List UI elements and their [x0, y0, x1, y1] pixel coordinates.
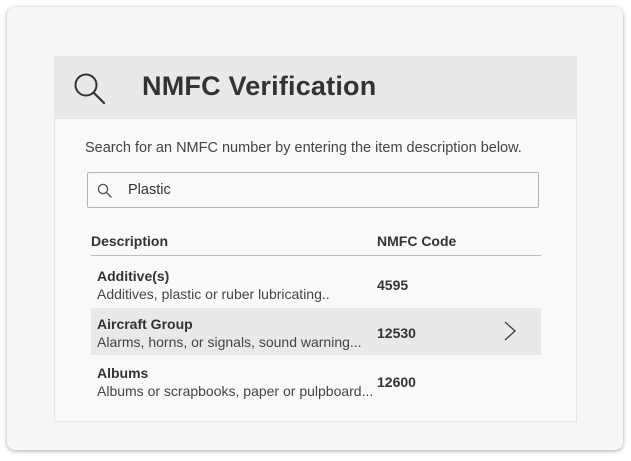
row-nmfc-code: 4595	[377, 277, 409, 293]
column-header-nmfc-code: NMFC Code	[377, 233, 457, 249]
row-nmfc-code: 12600	[377, 374, 416, 390]
column-header-description: Description	[91, 233, 169, 249]
row-description: Additives, plastic or ruber lubricating.…	[97, 286, 330, 302]
row-title: Additive(s)	[97, 268, 170, 284]
instruction-text: Search for an NMFC number by entering th…	[85, 140, 522, 156]
row-description: Albums or scrapbooks, paper or pulpboard…	[97, 383, 374, 399]
search-field[interactable]	[87, 172, 539, 208]
chevron-right-icon[interactable]	[503, 320, 517, 342]
page-title: NMFC Verification	[142, 71, 377, 101]
table-row[interactable]: Additive(s) Additives, plastic or ruber …	[91, 260, 541, 307]
window-card: NMFC Verification Search for an NMFC num…	[7, 7, 623, 450]
table-row[interactable]: Aircraft Group Alarms, horns, or signals…	[91, 308, 541, 355]
table-row[interactable]: Albums Albums or scrapbooks, paper or pu…	[91, 357, 541, 404]
row-nmfc-code: 12530	[377, 325, 416, 341]
nmfc-verification-panel: NMFC Verification Search for an NMFC num…	[54, 56, 577, 422]
search-icon	[97, 183, 112, 198]
row-title: Albums	[97, 365, 149, 381]
row-title: Aircraft Group	[97, 316, 193, 332]
row-description: Alarms, horns, or signals, sound warning…	[97, 334, 362, 350]
search-input[interactable]	[128, 179, 528, 201]
panel-header: NMFC Verification	[55, 57, 576, 119]
table-header-divider	[91, 255, 541, 256]
search-icon	[74, 73, 106, 105]
